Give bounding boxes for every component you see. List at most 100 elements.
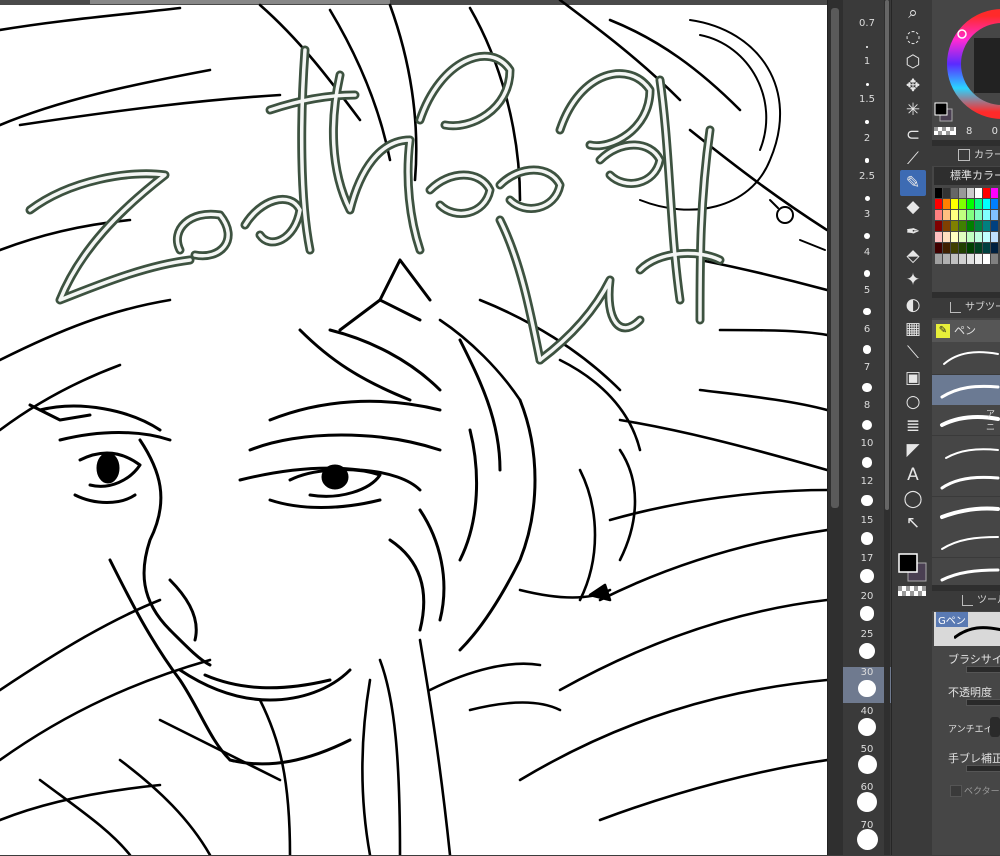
eyedropper-icon[interactable]: ⟋ [900, 146, 926, 172]
color-set-chip[interactable] [935, 243, 942, 253]
color-set-chip[interactable] [943, 254, 950, 264]
wheel-color-chip[interactable] [934, 102, 954, 124]
color-set-chip[interactable] [935, 232, 942, 242]
sub-tool-group-tab[interactable]: ✎ ペン [932, 320, 1000, 342]
drawing-canvas[interactable] [0, 0, 827, 855]
color-set-chip[interactable] [967, 199, 974, 209]
color-set-chip[interactable] [967, 254, 974, 264]
color-set-chip[interactable] [943, 199, 950, 209]
brush-size-slider[interactable] [966, 666, 1000, 673]
color-set-chip[interactable] [943, 210, 950, 220]
object-select-icon[interactable]: ↖ [900, 510, 926, 536]
brush-item[interactable] [932, 435, 1000, 467]
color-set-chip[interactable] [951, 221, 958, 231]
color-set-chip[interactable] [975, 232, 982, 242]
color-set-chip[interactable] [983, 243, 990, 253]
ellipse-icon[interactable]: ○ [900, 389, 926, 415]
transparent-chip-icon[interactable] [934, 127, 956, 135]
color-set-chip[interactable] [991, 199, 998, 209]
transparent-color-icon[interactable] [898, 586, 926, 596]
speech-balloon-icon[interactable]: ◯ [900, 486, 926, 512]
color-set-chip[interactable] [975, 254, 982, 264]
color-set-chip[interactable] [943, 188, 950, 198]
magic-wand-icon[interactable]: ✳ [900, 97, 926, 123]
layer-move-icon[interactable]: ⬡ [900, 49, 926, 75]
color-set-chip[interactable] [951, 232, 958, 242]
lasso-select-icon[interactable]: ◌ [900, 24, 926, 50]
color-set-chip[interactable] [967, 243, 974, 253]
color-set-chip[interactable] [975, 199, 982, 209]
color-set-chip[interactable] [991, 243, 998, 253]
brush-item[interactable] [932, 527, 1000, 558]
color-set-chip[interactable] [943, 232, 950, 242]
color-wheel[interactable] [946, 8, 1000, 128]
color-set-chip[interactable] [983, 210, 990, 220]
canvas-vertical-scrollbar[interactable] [827, 0, 844, 855]
color-set-chip[interactable] [951, 254, 958, 264]
decorate-icon[interactable]: ✒ [900, 219, 926, 245]
color-set-chip[interactable] [983, 221, 990, 231]
color-set-chip[interactable] [959, 243, 966, 253]
layer-stack-icon[interactable]: ≣ [900, 413, 926, 439]
color-set-chip[interactable] [991, 232, 998, 242]
brush-item[interactable] [932, 496, 1000, 528]
move-icon[interactable]: ✥ [900, 73, 926, 99]
antialias-option[interactable] [990, 717, 1000, 737]
pen-icon[interactable]: ✎ [900, 170, 926, 197]
sparkle-icon[interactable]: ✦ [900, 267, 926, 293]
color-set-dropdown[interactable]: 標準カラー [934, 167, 1000, 185]
color-set-chip[interactable] [983, 232, 990, 242]
color-set-chip[interactable] [991, 188, 998, 198]
color-set-chip[interactable] [943, 243, 950, 253]
color-set-chip[interactable] [983, 199, 990, 209]
color-set-chip[interactable] [935, 221, 942, 231]
ruler-icon[interactable]: ⟍ [900, 340, 926, 366]
color-set-chip[interactable] [975, 210, 982, 220]
brush-size-scrollbar[interactable] [884, 0, 890, 855]
color-set-chip[interactable] [991, 221, 998, 231]
blend-icon[interactable]: ◐ [900, 292, 926, 318]
color-set-chip[interactable] [975, 243, 982, 253]
color-set-chip[interactable] [959, 199, 966, 209]
color-set-chip[interactable] [975, 221, 982, 231]
color-set-chip[interactable] [943, 221, 950, 231]
color-set-chip[interactable] [959, 221, 966, 231]
brush-item[interactable] [932, 466, 1000, 497]
color-set-chip[interactable] [959, 232, 966, 242]
color-set-tab[interactable]: カラーセ [932, 146, 1000, 166]
brush-item[interactable] [932, 374, 1000, 406]
color-set-chip[interactable] [935, 188, 942, 198]
color-set-chip[interactable] [967, 232, 974, 242]
main-sub-color-swatch[interactable] [897, 552, 929, 584]
brush-item[interactable]: アニ [932, 405, 1000, 436]
color-set-chip[interactable] [975, 188, 982, 198]
color-set-chip[interactable] [991, 210, 998, 220]
color-set-chip[interactable] [935, 210, 942, 220]
fill-bucket-icon[interactable]: ⬘ [900, 243, 926, 269]
color-set-chip[interactable] [967, 221, 974, 231]
gradient-icon[interactable]: ▣ [900, 365, 926, 391]
text-icon[interactable]: A [900, 462, 926, 488]
color-set-chip[interactable] [951, 199, 958, 209]
canvas-scroll-thumb[interactable] [831, 8, 839, 508]
brush-item[interactable] [932, 344, 1000, 375]
color-set-chip[interactable] [935, 254, 942, 264]
vector-magnet-checkbox[interactable] [950, 785, 962, 797]
color-set-chip[interactable] [951, 243, 958, 253]
stabilization-slider[interactable] [966, 765, 1000, 772]
color-set-chip[interactable] [951, 188, 958, 198]
main-color-swatch[interactable] [898, 553, 918, 573]
brush-size-scroll-thumb[interactable] [885, 0, 889, 510]
lasso-icon[interactable]: ⊂ [900, 122, 926, 148]
color-set-chip[interactable] [959, 210, 966, 220]
color-set-grid[interactable] [935, 188, 1000, 268]
color-set-chip[interactable] [935, 199, 942, 209]
grid-icon[interactable]: ▦ [900, 316, 926, 342]
color-set-chip[interactable] [959, 188, 966, 198]
color-set-chip[interactable] [959, 254, 966, 264]
opacity-slider[interactable] [966, 699, 1000, 706]
color-set-chip[interactable] [967, 210, 974, 220]
color-set-chip[interactable] [983, 188, 990, 198]
brush-item[interactable] [932, 557, 1000, 589]
polygon-icon[interactable]: ◤ [900, 437, 926, 463]
